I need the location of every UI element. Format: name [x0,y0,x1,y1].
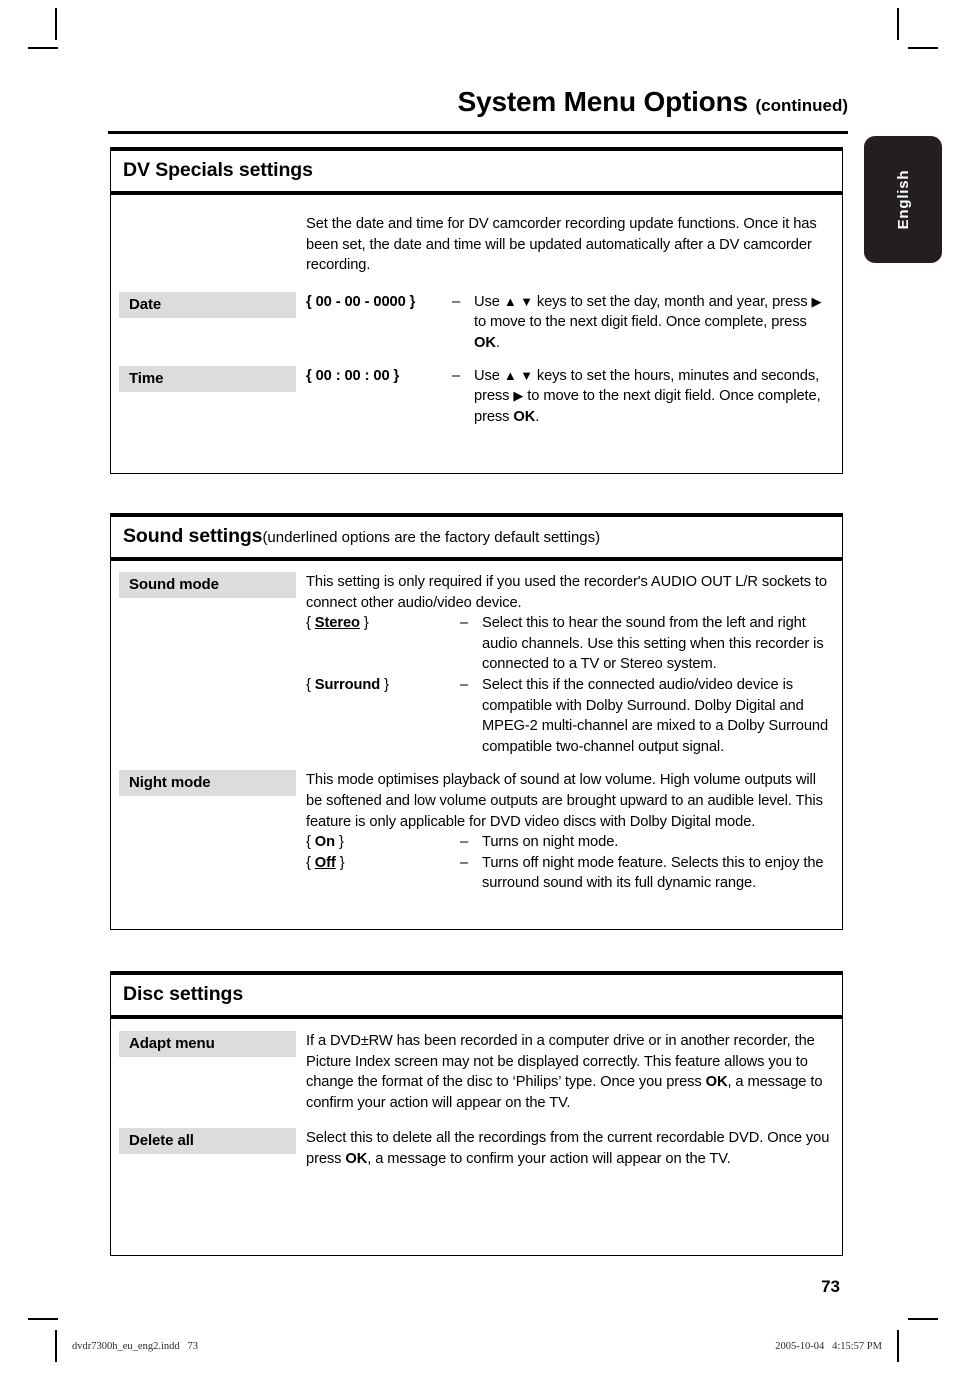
section-sound-settings: Sound settings(underlined options are th… [110,513,843,930]
table-row: Set the date and time for DV camcorder r… [111,195,842,276]
crop-mark-bottom-right-horizontal [908,1318,938,1320]
section-header-sound-settings: Sound settings(underlined options are th… [110,513,843,561]
section-title-disc-settings: Disc settings [123,983,244,1005]
dv-intro-text: Set the date and time for DV camcorder r… [306,216,817,274]
imprint-filename: dvdr7300h_eu_eng2.indd 73 [72,1341,198,1352]
section-body-disc-settings: Adapt menu If a DVD±RW has been recorded… [110,1019,843,1256]
option-dash: – [452,293,461,310]
right-arrow-icon: ▶ [811,293,822,309]
option-dash: – [460,676,469,693]
row-label-cell: Delete all [119,1128,296,1155]
crop-mark-top-left-vertical [55,8,57,40]
section-body-dv-specials: Set the date and time for DV camcorder r… [110,195,843,474]
option-value-off: { Off } [306,854,345,871]
row-content-cell: { 00 - 00 - 0000 } – Use ▲ ▼ keys to set… [296,292,842,354]
crop-mark-bottom-right-vertical [897,1330,899,1362]
section-body-sound-settings: Sound mode This setting is only required… [110,561,843,930]
night-mode-text: This mode optimises playback of sound at… [306,772,823,830]
section-dv-specials: DV Specials settings Set the date and ti… [110,147,843,474]
language-tab: English [864,136,942,263]
updown-arrow-icon: ▲ ▼ [503,367,533,383]
table-row: Adapt menu If a DVD±RW has been recorded… [111,1019,842,1113]
page-title-main: System Menu Options [457,86,748,117]
option-description-date: Use ▲ ▼ keys to set the day, month and y… [474,293,822,351]
option-off: { Off } – Turns off night mode feature. … [306,853,830,894]
table-row: Night mode This mode optimises playback … [111,757,842,894]
option-time: { 00 : 00 : 00 } – Use ▲ ▼ keys to set t… [306,366,830,428]
row-content-cell: Set the date and time for DV camcorder r… [296,214,842,276]
option-description-time: Use ▲ ▼ keys to set the hours, minutes a… [474,367,821,425]
adapt-menu-text: If a DVD±RW has been recorded in a compu… [306,1033,823,1111]
option-dash: – [460,615,469,632]
section-title-sound-settings: Sound settings [123,525,263,547]
table-row: Sound mode This setting is only required… [111,561,842,757]
section-header-disc-settings: Disc settings [110,971,843,1019]
imprint-timestamp: 2005-10-04 4:15:57 PM [775,1341,882,1352]
option-dash: – [452,367,461,384]
page-number: 73 [821,1277,840,1296]
section-disc-settings: Disc settings Adapt menu If a DVD±RW has… [110,971,843,1256]
option-surround: { Surround } – Select this if the connec… [306,675,830,757]
table-row: Time { 00 : 00 : 00 } – Use ▲ ▼ keys to … [111,354,842,428]
row-content-cell: Select this to delete all the recordings… [296,1128,842,1169]
option-description-surround: Select this if the connected audio/video… [482,676,829,755]
option-stereo: { Stereo } – Select this to hear the sou… [306,613,830,675]
section-subtitle-sound-settings: (underlined options are the factory defa… [262,529,601,546]
crop-mark-top-right-horizontal [908,47,938,49]
option-value-time: { 00 : 00 : 00 } [306,367,400,384]
option-value-surround: { Surround } [306,676,389,693]
crop-mark-bottom-left-vertical [55,1330,57,1362]
option-date: { 00 - 00 - 0000 } – Use ▲ ▼ keys to set… [306,292,830,354]
row-label-date: Date [119,291,296,318]
crop-mark-bottom-left-horizontal [28,1318,58,1320]
option-dash: – [460,834,469,851]
page-title-continued: (continued) [755,96,848,115]
row-label-cell: Adapt menu [119,1031,296,1057]
option-description-on: Turns on night mode. [482,834,619,851]
table-row: Delete all Select this to delete all the… [111,1113,842,1169]
option-value-on: { On } [306,834,344,851]
row-label-cell [119,214,296,240]
row-label-cell: Date [119,291,296,318]
row-label-cell: Sound mode [119,572,296,598]
option-on: { On } – Turns on night mode. [306,832,830,853]
delete-all-text: Select this to delete all the recordings… [306,1130,830,1167]
option-description-stereo: Select this to hear the sound from the l… [482,615,824,673]
row-label-night-mode: Night mode [119,770,296,797]
row-content-cell: This setting is only required if you use… [296,572,842,757]
option-dash: – [460,854,469,871]
page-title: System Menu Options (continued) [108,86,848,118]
option-description-off: Turns off night mode feature. Selects th… [482,854,824,892]
title-rule [108,131,848,134]
row-label-adapt-menu: Adapt menu [119,1031,296,1057]
row-label-delete-all: Delete all [119,1128,296,1155]
option-value-date: { 00 - 00 - 0000 } [306,293,416,310]
row-label-time: Time [119,365,296,392]
updown-arrow-icon: ▲ ▼ [503,293,533,309]
row-content-cell: If a DVD±RW has been recorded in a compu… [296,1031,842,1113]
row-content-cell: This mode optimises playback of sound at… [296,770,842,894]
table-row: Date { 00 - 00 - 0000 } – Use ▲ ▼ keys t… [111,276,842,354]
option-value-stereo: { Stereo } [306,615,369,632]
right-arrow-icon: ▶ [513,388,524,404]
language-tab-label: English [894,169,912,230]
row-label-cell: Night mode [119,770,296,797]
section-header-dv-specials: DV Specials settings [110,147,843,195]
row-label-cell: Time [119,365,296,392]
section-title-dv-specials: DV Specials settings [123,159,313,181]
row-content-cell: { 00 : 00 : 00 } – Use ▲ ▼ keys to set t… [296,366,842,428]
crop-mark-top-left-horizontal [28,47,58,49]
sound-mode-text: This setting is only required if you use… [306,574,827,611]
row-label-sound-mode: Sound mode [119,572,296,598]
crop-mark-top-right-vertical [897,8,899,40]
